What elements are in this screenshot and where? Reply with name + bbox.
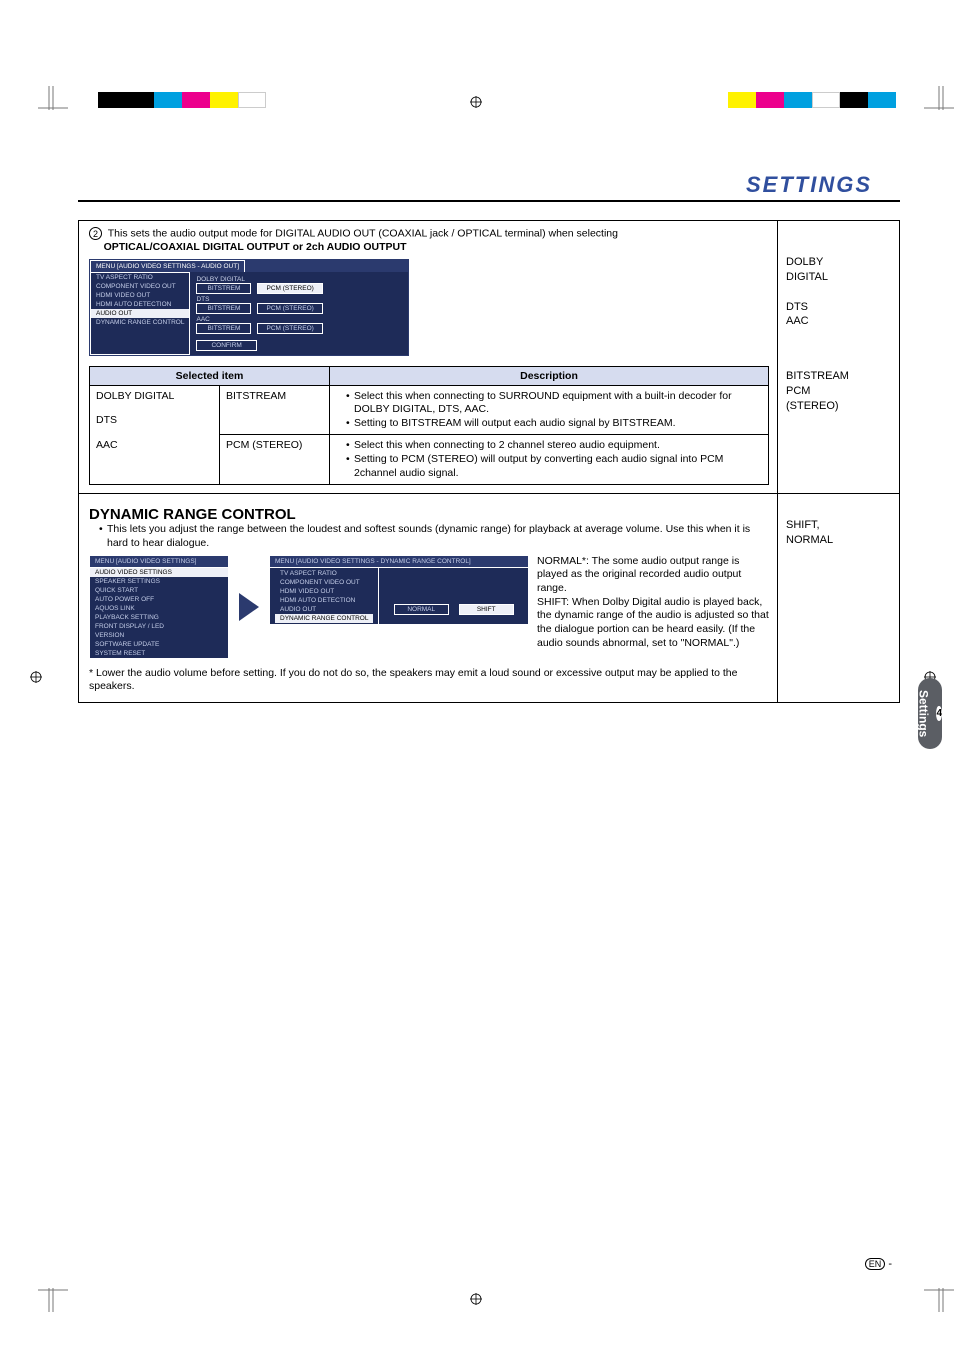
osd-item: QUICK START <box>90 586 228 595</box>
osd-audio-out: MENU [AUDIO VIDEO SETTINGS - AUDIO OUT] … <box>89 259 409 356</box>
registration-mark-left <box>30 670 42 682</box>
osd-item: COMPONENT VIDEO OUT <box>275 578 373 587</box>
right-options-drc: SHIFT, NORMAL <box>777 494 899 702</box>
print-bars-top-right <box>728 92 896 108</box>
osd-option: PCM (STEREO) <box>257 303 322 314</box>
osd-item: SYSTEM RESET <box>90 649 228 658</box>
crop-mark-br <box>904 1262 954 1312</box>
osd-item: PLAYBACK SETTING <box>90 613 228 622</box>
osd-item: AQUOS LINK <box>90 604 228 613</box>
osd-option: BITSTREM <box>196 323 251 334</box>
arrow-right-icon <box>239 593 259 621</box>
osd-breadcrumb: MENU [AUDIO VIDEO SETTINGS - AUDIO OUT] <box>90 260 245 272</box>
osd-option-selected: PCM (STEREO) <box>257 283 322 294</box>
td: PCM (STEREO) <box>220 435 330 485</box>
crop-mark-bl <box>38 1262 88 1312</box>
osd-item: AUDIO OUT <box>275 605 373 614</box>
osd-option: BITSTREM <box>196 303 251 314</box>
osd-menu-main: MENU [AUDIO VIDEO SETTINGS] AUDIO VIDEO … <box>89 555 229 659</box>
td: DOLBY DIGITAL <box>90 385 220 410</box>
osd-item: DYNAMIC RANGE CONTROL <box>91 318 189 327</box>
td: Select this when connecting to SURROUND … <box>330 385 769 435</box>
crop-mark-tr <box>904 86 954 136</box>
audio-out-table: Selected item Description DOLBY DIGITAL … <box>89 366 769 486</box>
osd-item: HDMI AUTO DETECTION <box>91 300 189 309</box>
osd-item-selected: DYNAMIC RANGE CONTROL <box>275 614 373 623</box>
osd-item-selected: AUDIO OUT <box>91 309 189 318</box>
td: AAC <box>90 435 220 485</box>
registration-mark-top <box>470 95 482 107</box>
osd-item: HDMI VIDEO OUT <box>91 291 189 300</box>
drc-footnote: * Lower the audio volume before setting.… <box>89 667 769 694</box>
lang-badge: EN <box>865 1258 886 1270</box>
drc-heading: DYNAMIC RANGE CONTROL <box>89 506 769 523</box>
registration-mark-bottom <box>470 1292 482 1304</box>
osd-item: TV ASPECT RATIO <box>275 569 373 578</box>
page-number: EN - <box>865 1258 892 1270</box>
side-tab-label: Settings <box>916 690 930 737</box>
osd-option: BITSTREM <box>196 283 251 294</box>
step-number-2: 2 <box>89 227 102 240</box>
side-tab-settings: 4 Settings <box>918 678 942 749</box>
osd-item: HDMI AUTO DETECTION <box>275 596 373 605</box>
osd-option: PCM (STEREO) <box>257 323 322 334</box>
osd-confirm-button: CONFIRM <box>196 340 256 351</box>
osd-item: SOFTWARE UPDATE <box>90 640 228 649</box>
osd-option-normal: NORMAL <box>394 604 449 615</box>
osd-left-list: TV ASPECT RATIO COMPONENT VIDEO OUT HDMI… <box>90 272 190 355</box>
osd-item: SPEAKER SETTINGS <box>90 577 228 586</box>
right-options-audio: DOLBY DIGITAL DTS AAC BITSTREAM PCM (STE… <box>777 221 899 493</box>
page-title: SETTINGS <box>78 172 900 202</box>
osd-right-panel: DOLBY DIGITAL BITSTREM PCM (STEREO) DTS … <box>190 272 328 355</box>
drc-explain: NORMAL*: The some audio output range is … <box>537 555 769 650</box>
td: BITSTREAM <box>220 385 330 435</box>
th-selected-item: Selected item <box>90 366 330 385</box>
osd-item: TV ASPECT RATIO <box>91 273 189 282</box>
osd-menu-drc: MENU [AUDIO VIDEO SETTINGS - DYNAMIC RAN… <box>269 555 529 625</box>
th-description: Description <box>330 366 769 385</box>
osd-item: HDMI VIDEO OUT <box>275 587 373 596</box>
osd-item: VERSION <box>90 631 228 640</box>
osd-item: AUTO POWER OFF <box>90 595 228 604</box>
side-tab-number: 4 <box>936 706 942 721</box>
td: Select this when connecting to 2 channel… <box>330 435 769 485</box>
osd-item: COMPONENT VIDEO OUT <box>91 282 189 291</box>
osd-option-shift: SHIFT <box>459 604 514 615</box>
osd-item: FRONT DISPLAY / LED <box>90 622 228 631</box>
crop-mark-tl <box>38 86 88 136</box>
osd-item-selected: AUDIO VIDEO SETTINGS <box>90 568 228 577</box>
td: DTS <box>90 410 220 435</box>
drc-desc: This lets you adjust the range between t… <box>89 523 769 550</box>
print-bars-top-left <box>98 92 266 108</box>
section2-intro: 2 This sets the audio output mode for DI… <box>89 227 769 255</box>
